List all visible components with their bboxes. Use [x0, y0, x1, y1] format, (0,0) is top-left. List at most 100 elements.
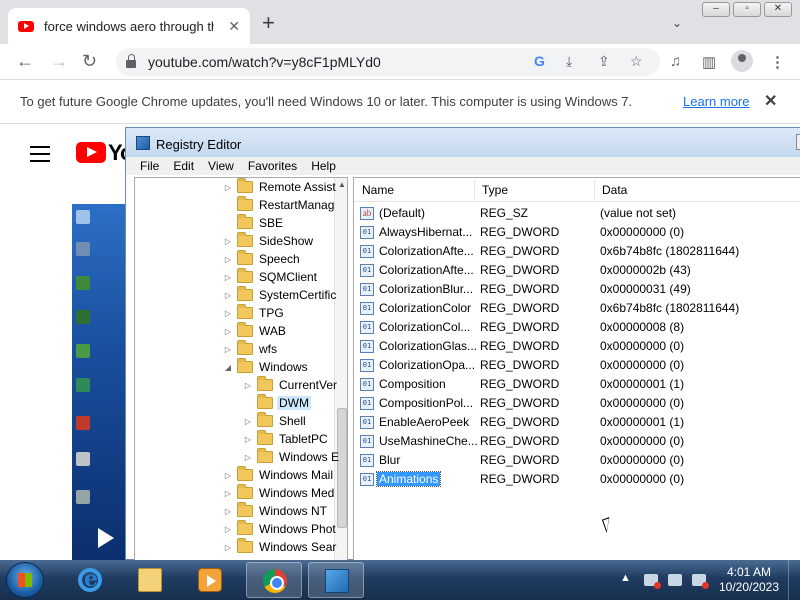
expand-arrow-icon[interactable]: ▷	[223, 543, 233, 552]
maximize-button[interactable]: ▫	[733, 2, 761, 17]
tree-item[interactable]: ◢ Windows	[223, 358, 310, 376]
expand-arrow-icon[interactable]: ▷	[223, 237, 233, 246]
registry-value-row[interactable]: 01 ColorizationAfte... REG_DWORD 0x6b74b8fc…	[354, 242, 800, 261]
registry-value-row[interactable]: 01 AlwaysHibernat... REG_DWORD 0x00000000 (…	[354, 223, 800, 242]
side-panel-icon[interactable]: ▥	[702, 53, 716, 71]
learn-more-link[interactable]: Learn more	[683, 94, 749, 109]
media-control-icon[interactable]: ♫	[670, 53, 681, 70]
column-header-data[interactable]: Data	[602, 183, 627, 197]
tree-item[interactable]: ▷ wfs	[223, 340, 279, 358]
tree-item[interactable]: ▷ Speech	[223, 250, 302, 268]
menu-view[interactable]: View	[208, 157, 234, 175]
column-header-type[interactable]: Type	[482, 183, 508, 197]
expand-arrow-icon[interactable]: ▷	[243, 435, 253, 444]
taskbar-explorer[interactable]	[122, 562, 178, 598]
tree-item[interactable]: ▷ Windows NT	[223, 502, 329, 520]
column-header-name[interactable]: Name	[362, 183, 394, 197]
back-icon[interactable]: ←	[16, 51, 34, 72]
bookmark-star-icon[interactable]: ☆	[630, 53, 643, 70]
google-lens-icon[interactable]: G	[534, 53, 545, 69]
registry-value-row[interactable]: 01 ColorizationOpa... REG_DWORD 0x00000000 …	[354, 356, 800, 375]
system-clock[interactable]: 4:01 AM 10/20/2023	[716, 565, 782, 595]
tree-item[interactable]: ▷ SystemCertific	[223, 286, 338, 304]
expand-arrow-icon[interactable]: ◢	[223, 363, 233, 372]
show-desktop-button[interactable]	[788, 560, 800, 600]
tree-item[interactable]: ▷ WAB	[223, 322, 288, 340]
expand-arrow-icon[interactable]: ▷	[223, 291, 233, 300]
tree-item[interactable]: ▷ Remote Assist	[223, 178, 338, 196]
registry-value-row[interactable]: ab (Default) REG_SZ (value not set)	[354, 204, 800, 223]
registry-value-row[interactable]: 01 ColorizationBlur... REG_DWORD 0x00000031…	[354, 280, 800, 299]
tree-item[interactable]: ▷ Windows Phot	[223, 520, 338, 538]
menu-kebab-icon[interactable]: ⋮	[770, 53, 785, 71]
menu-edit[interactable]: Edit	[173, 157, 194, 175]
expand-arrow-icon[interactable]: ▷	[223, 255, 233, 264]
expand-arrow-icon[interactable]: ▷	[243, 381, 253, 390]
registry-value-row[interactable]: 01 Blur REG_DWORD 0x00000000 (0)	[354, 451, 800, 470]
scroll-thumb[interactable]	[337, 408, 347, 528]
expand-arrow-icon[interactable]: ▷	[223, 345, 233, 354]
expand-arrow-icon[interactable]: ▷	[223, 471, 233, 480]
start-button[interactable]	[6, 562, 44, 598]
tree-item[interactable]: ▷ Shell	[243, 412, 308, 430]
registry-value-row[interactable]: 01 ColorizationCol... REG_DWORD 0x00000008 …	[354, 318, 800, 337]
play-icon[interactable]	[98, 528, 114, 548]
menu-help[interactable]: Help	[311, 157, 336, 175]
tree-item[interactable]: SBE	[223, 214, 285, 232]
expand-arrow-icon[interactable]: ▷	[223, 327, 233, 336]
network-icon[interactable]	[668, 574, 682, 586]
expand-arrow-icon[interactable]: ▷	[223, 507, 233, 516]
tree-item[interactable]: ▷ TabletPC	[243, 430, 330, 448]
registry-title-bar[interactable]: Registry Editor	[126, 128, 800, 157]
forward-icon[interactable]: →	[50, 51, 68, 72]
new-tab-button[interactable]: +	[262, 12, 275, 34]
browser-tab[interactable]: force windows aero through the ✕	[8, 8, 250, 44]
show-hidden-icons[interactable]: ▲	[620, 572, 631, 584]
reload-icon[interactable]: ↻	[82, 51, 97, 72]
registry-value-row[interactable]: 01 Animations REG_DWORD 0x00000000 (0)	[354, 470, 800, 489]
expand-arrow-icon[interactable]: ▷	[223, 273, 233, 282]
volume-muted-icon[interactable]	[692, 574, 709, 589]
tree-item[interactable]: ▷ Windows Med	[223, 484, 336, 502]
tree-item[interactable]: ▷ Windows Mail	[223, 466, 335, 484]
column-separator[interactable]	[474, 181, 475, 199]
tree-item[interactable]: ▷ TPG	[223, 304, 286, 322]
share-icon[interactable]: ⇪	[598, 53, 610, 70]
youtube-logo-icon[interactable]	[76, 142, 106, 163]
registry-value-row[interactable]: 01 ColorizationColor REG_DWORD 0x6b74b8fc (…	[354, 299, 800, 318]
tree-item[interactable]: ▷ Windows Sear	[223, 538, 338, 556]
column-separator[interactable]	[594, 181, 595, 199]
registry-value-row[interactable]: 01 ColorizationAfte... REG_DWORD 0x0000002b…	[354, 261, 800, 280]
address-bar[interactable]: youtube.com/watch?v=y8cF1pMLYd0	[116, 48, 660, 76]
registry-values-list[interactable]: Name Type Data ab (Default) REG_SZ (value n…	[353, 177, 800, 561]
scroll-up-icon[interactable]: ▲	[338, 180, 346, 189]
menu-favorites[interactable]: Favorites	[248, 157, 297, 175]
hamburger-menu-icon[interactable]	[30, 146, 50, 167]
expand-arrow-icon[interactable]: ▷	[243, 453, 253, 462]
registry-value-row[interactable]: 01 UseMashineChe... REG_DWORD 0x00000000 (0…	[354, 432, 800, 451]
tab-search-icon[interactable]: ⌄	[672, 16, 682, 30]
expand-arrow-icon[interactable]: ▷	[223, 525, 233, 534]
tab-close-icon[interactable]: ✕	[228, 18, 240, 35]
registry-value-row[interactable]: 01 ColorizationGlas... REG_DWORD 0x00000000…	[354, 337, 800, 356]
tree-item[interactable]: ▷ Windows E	[243, 448, 341, 466]
expand-arrow-icon[interactable]: ▷	[223, 183, 233, 192]
action-center-icon[interactable]	[644, 574, 661, 589]
lock-icon[interactable]	[126, 54, 136, 68]
taskbar-registry-editor[interactable]	[308, 562, 364, 598]
registry-tree[interactable]: ▲ ▷ Remote Assist RestartManag SBE ▷ SideShow…	[134, 177, 348, 561]
tree-scrollbar[interactable]: ▲	[334, 178, 347, 560]
registry-value-row[interactable]: 01 EnableAeroPeek REG_DWORD 0x00000001 (1)	[354, 413, 800, 432]
taskbar-chrome[interactable]	[246, 562, 302, 598]
expand-arrow-icon[interactable]: ▷	[223, 309, 233, 318]
expand-arrow-icon[interactable]: ▷	[223, 489, 233, 498]
registry-value-row[interactable]: 01 CompositionPol... REG_DWORD 0x00000000 (…	[354, 394, 800, 413]
tree-item[interactable]: ▷ SideShow	[223, 232, 315, 250]
menu-file[interactable]: File	[140, 157, 159, 175]
tree-item[interactable]: ▷ SQMClient	[223, 268, 319, 286]
tree-item[interactable]: ▷ CurrentVer	[243, 376, 339, 394]
close-window-button[interactable]: ✕	[764, 2, 792, 17]
registry-value-row[interactable]: 01 Composition REG_DWORD 0x00000001 (1)	[354, 375, 800, 394]
taskbar-media-player[interactable]	[182, 562, 238, 598]
infobar-close-icon[interactable]: ✕	[764, 91, 777, 111]
